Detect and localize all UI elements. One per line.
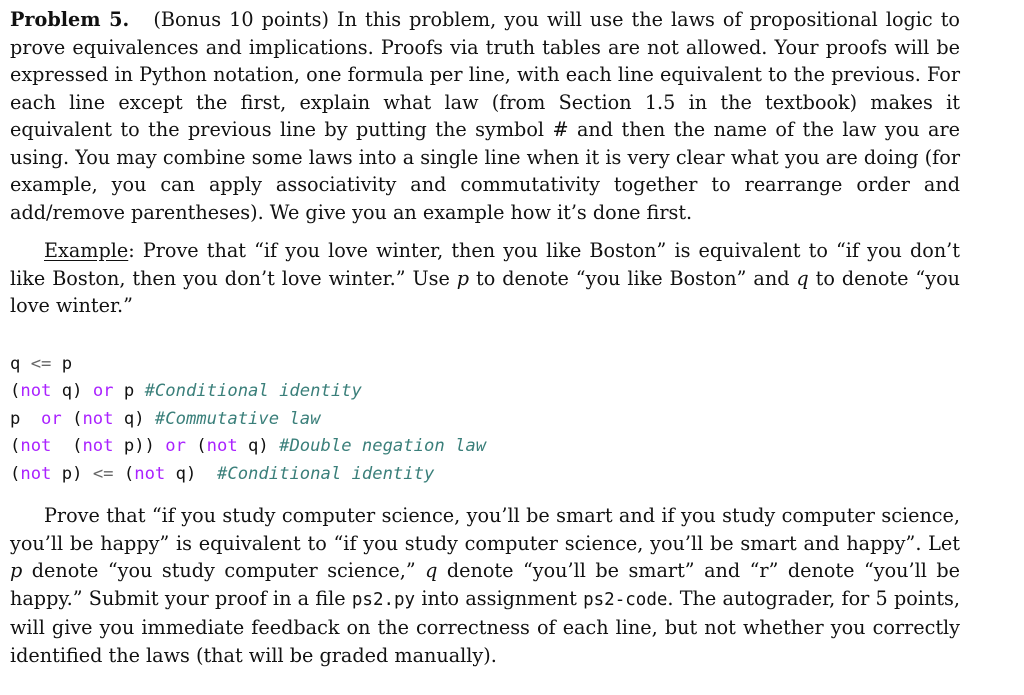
- variable-p: p: [456, 266, 470, 290]
- example-proof-code: q <= p (not q) or p #Conditional identity…: [10, 351, 960, 489]
- code-comment: #Commutative law: [154, 408, 321, 429]
- code-keyword: not: [20, 381, 52, 401]
- variable-p: p: [10, 559, 23, 582]
- example-label: Example: [44, 239, 129, 262]
- code-token: q): [113, 408, 155, 429]
- file-name: ps2.py: [351, 589, 416, 610]
- code-token: (: [10, 463, 21, 484]
- example-paragraph: Example: Prove that “if you love winter,…: [10, 237, 960, 320]
- code-keyword: or: [92, 381, 114, 401]
- code-keyword: not: [206, 436, 238, 456]
- problem-document: Problem 5. (Bonus 10 points) In this pro…: [10, 6, 960, 669]
- code-keyword: not: [20, 463, 52, 484]
- code-token: p: [51, 353, 73, 374]
- code-line: (not q) or p #Conditional identity: [10, 378, 960, 406]
- variable-q: q: [425, 559, 438, 582]
- code-line: p or (not q) #Commutative law: [10, 406, 960, 434]
- task-text: Prove that “if you study computer scienc…: [10, 504, 960, 555]
- problem-intro: Problem 5. (Bonus 10 points) In this pro…: [10, 6, 960, 226]
- code-token: (: [10, 436, 21, 456]
- code-token: (: [51, 436, 83, 456]
- code-token: p: [10, 408, 42, 429]
- task-text: denote “you study computer science,”: [22, 559, 426, 582]
- code-operator: <=: [30, 353, 52, 374]
- code-keyword: or: [165, 436, 186, 456]
- code-token: p): [51, 463, 93, 484]
- code-token: (: [113, 463, 135, 484]
- code-comment: #Conditional identity: [217, 463, 435, 484]
- code-comment: #Conditional identity: [144, 381, 362, 401]
- problem-intro-text: (Bonus 10 points) In this problem, you w…: [10, 8, 960, 224]
- code-token: q): [51, 381, 93, 401]
- problem-label: Problem 5.: [10, 8, 130, 31]
- assignment-name: ps2-code: [583, 589, 668, 610]
- task-paragraph: Prove that “if you study computer scienc…: [10, 502, 960, 669]
- code-token: (: [10, 381, 21, 401]
- code-token: q): [237, 436, 280, 456]
- variable-q: q: [796, 266, 809, 290]
- code-token: (: [61, 408, 83, 429]
- code-keyword: or: [41, 408, 62, 429]
- code-comment: #Double negation law: [279, 436, 487, 456]
- code-line: (not p) <= (not q) #Conditional identity: [10, 461, 960, 489]
- code-token: p: [113, 381, 145, 401]
- code-line: (not (not p)) or (not q) #Double negatio…: [10, 433, 960, 461]
- task-text: into assignment: [415, 586, 584, 610]
- code-keyword: not: [134, 463, 166, 484]
- code-token: p)): [113, 436, 166, 456]
- code-token: q): [165, 463, 218, 484]
- code-token: q: [10, 353, 31, 374]
- code-operator: <=: [92, 463, 114, 484]
- code-line: q <= p: [10, 351, 960, 379]
- code-keyword: not: [82, 436, 114, 456]
- code-keyword: not: [20, 436, 52, 456]
- code-keyword: not: [82, 408, 114, 429]
- example-text: to denote “you like Boston” and: [469, 266, 797, 290]
- code-token: (: [185, 436, 207, 456]
